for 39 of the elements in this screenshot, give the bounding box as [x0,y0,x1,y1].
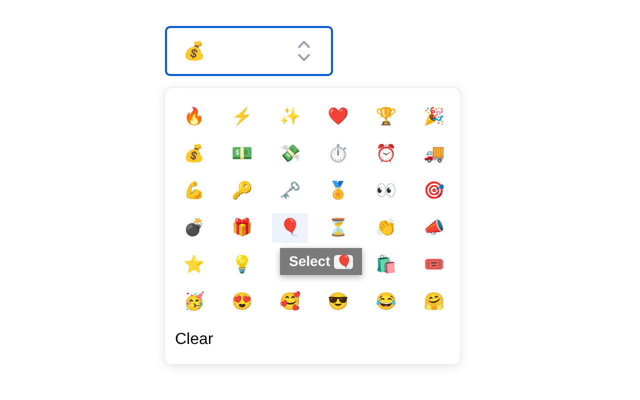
emoji-option[interactable]: 🏅 [320,176,356,206]
emoji-option[interactable]: 🎈 [272,212,308,242]
emoji-option[interactable]: 🔥 [176,102,212,132]
emoji-option[interactable]: 💪 [176,176,212,206]
tooltip-emoji: 🎈 [334,254,354,268]
emoji-option[interactable]: 🏆 [368,102,404,132]
emoji-option[interactable]: 🤗 [416,286,452,316]
emoji-option[interactable]: 😂 [368,286,404,316]
emoji-option[interactable]: 🛍 [368,250,404,280]
emoji-option[interactable]: 📣 [416,212,452,242]
emoji-option[interactable]: 🔑 [224,176,260,206]
emoji-option[interactable]: 💸 [272,138,308,168]
emoji-option[interactable]: ⭐ [176,250,212,280]
emoji-option[interactable]: 👏 [368,212,404,242]
emoji-option[interactable]: 🎟 [416,250,452,280]
emoji-option[interactable]: 🥳 [176,286,212,316]
emoji-option[interactable]: 💰 [176,138,212,168]
chevron-updown-icon [297,39,311,63]
tooltip-text: Select [289,252,330,271]
emoji-option[interactable]: 😍 [224,286,260,316]
emoji-option[interactable]: 🎁 [224,212,260,242]
emoji-option[interactable]: 💡 [224,250,260,280]
emoji-option[interactable]: 💵 [224,138,260,168]
emoji-option[interactable]: ⏳ [320,212,356,242]
emoji-option[interactable]: ❤ [320,102,356,132]
emoji-option[interactable]: ⚡ [224,102,260,132]
emoji-option[interactable]: 💣 [176,212,212,242]
emoji-option[interactable]: ⏰ [368,138,404,168]
emoji-option[interactable]: 🎉 [416,102,452,132]
clear-button[interactable]: Clear [175,328,214,352]
emoji-option[interactable]: 😎 [320,286,356,316]
emoji-select[interactable]: 💰 [165,26,333,76]
emoji-option[interactable]: 🗝 [272,176,308,206]
emoji-option[interactable]: 👀 [368,176,404,206]
emoji-option[interactable]: ✨ [272,102,308,132]
emoji-option[interactable]: ⏱ [320,138,356,168]
emoji-option[interactable]: 🎯 [416,176,452,206]
emoji-option[interactable]: 🥰 [272,286,308,316]
emoji-option[interactable]: 🚚 [416,138,452,168]
